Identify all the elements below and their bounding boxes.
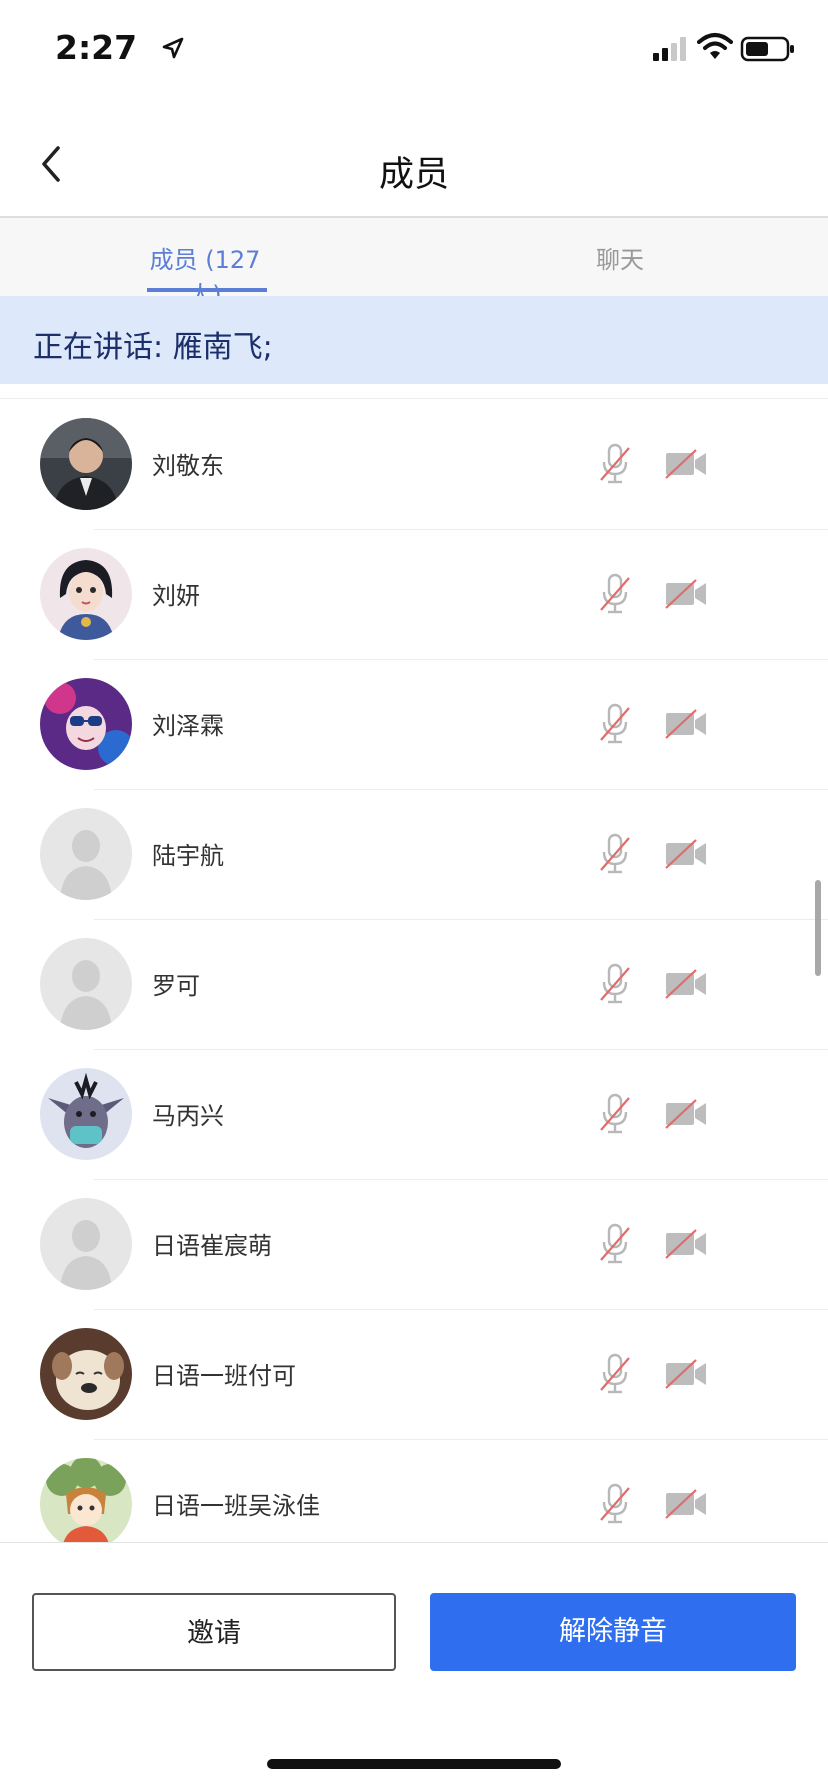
mic-muted-icon[interactable] (598, 1222, 632, 1266)
scrollbar[interactable] (815, 880, 821, 976)
nav-bar: 成员 (0, 110, 828, 218)
invite-button[interactable]: 邀请 (32, 1593, 396, 1671)
wifi-icon (697, 33, 733, 59)
signal-icon (653, 37, 686, 61)
avatar (40, 1458, 132, 1542)
avatar (40, 548, 132, 640)
camera-off-icon[interactable] (664, 708, 708, 740)
tab-bar: 成员 (127 人) 聊天 (0, 218, 828, 309)
home-indicator[interactable] (267, 1759, 561, 1769)
member-name: 马丙兴 (152, 1102, 224, 1130)
avatar (40, 1328, 132, 1420)
list-item[interactable]: 陆宇航 (0, 790, 828, 920)
location-arrow-icon (162, 37, 184, 59)
camera-off-icon[interactable] (664, 1098, 708, 1130)
member-name: 陆宇航 (152, 842, 224, 870)
list-item[interactable]: 日语一班付可 (0, 1310, 828, 1440)
mic-muted-icon[interactable] (598, 832, 632, 876)
avatar (40, 1068, 132, 1160)
member-name: 刘敬东 (152, 452, 224, 480)
mic-muted-icon[interactable] (598, 1352, 632, 1396)
action-bar: 邀请 解除静音 (0, 1542, 828, 1683)
mic-muted-icon[interactable] (598, 572, 632, 616)
battery-icon (740, 36, 794, 62)
mic-muted-icon[interactable] (598, 962, 632, 1006)
camera-off-icon[interactable] (664, 838, 708, 870)
avatar-placeholder (40, 1198, 132, 1290)
mic-muted-icon[interactable] (598, 702, 632, 746)
speaking-text: 正在讲话: 雁南飞; (33, 330, 273, 365)
member-name: 罗可 (152, 972, 200, 1000)
member-name: 日语崔宸萌 (152, 1232, 272, 1260)
camera-off-icon[interactable] (664, 1228, 708, 1260)
list-item[interactable]: 日语一班吴泳佳 (0, 1440, 828, 1542)
list-item[interactable]: 日语崔宸萌 (0, 1180, 828, 1310)
avatar (40, 418, 132, 510)
mic-muted-icon[interactable] (598, 442, 632, 486)
camera-off-icon[interactable] (664, 1488, 708, 1520)
mic-muted-icon[interactable] (598, 1092, 632, 1136)
avatar (40, 678, 132, 770)
list-item[interactable]: 刘泽霖 (0, 660, 828, 790)
members-screen: 2:27 成员 成员 (127 人) 聊天 正在讲话: 雁南飞; 刘敬东 刘妍 … (0, 0, 828, 1792)
member-name: 日语一班付可 (152, 1362, 296, 1390)
list-item[interactable]: 刘妍 (0, 530, 828, 660)
status-bar: 2:27 (0, 0, 828, 100)
list-item[interactable]: 罗可 (0, 920, 828, 1050)
divider (0, 398, 828, 399)
page-title: 成员 (378, 155, 449, 195)
camera-off-icon[interactable] (664, 578, 708, 610)
unmute-all-button[interactable]: 解除静音 (430, 1593, 796, 1671)
tab-chat[interactable]: 聊天 (560, 240, 680, 275)
list-item[interactable]: 刘敬东 (0, 400, 828, 530)
member-name: 刘妍 (152, 582, 200, 610)
avatar-placeholder (40, 808, 132, 900)
camera-off-icon[interactable] (664, 1358, 708, 1390)
avatar-placeholder (40, 938, 132, 1030)
member-name: 刘泽霖 (152, 712, 224, 740)
list-item[interactable]: 马丙兴 (0, 1050, 828, 1180)
speaking-banner: 正在讲话: 雁南飞; (0, 296, 828, 384)
mic-muted-icon[interactable] (598, 1482, 632, 1526)
member-name: 日语一班吴泳佳 (152, 1492, 320, 1520)
active-tab-indicator (147, 288, 267, 292)
member-list[interactable]: 刘敬东 刘妍 刘泽霖 陆宇航 罗可 马丙兴 日语崔宸萌 日语一班付可 日语一班吴… (0, 400, 828, 1542)
camera-off-icon[interactable] (664, 968, 708, 1000)
status-time: 2:27 (55, 28, 138, 67)
camera-off-icon[interactable] (664, 448, 708, 480)
